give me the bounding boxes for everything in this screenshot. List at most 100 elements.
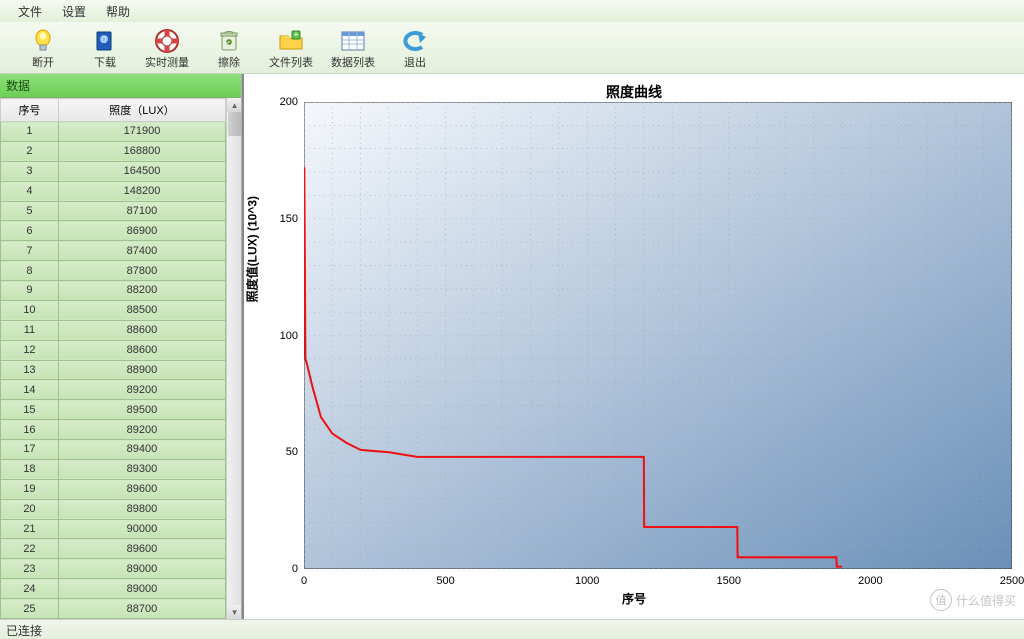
table-row[interactable]: 988200	[1, 281, 226, 301]
table-row[interactable]: 1689200	[1, 420, 226, 440]
cell-value: 89400	[58, 440, 225, 460]
table-row[interactable]: 3164500	[1, 161, 226, 181]
data-panel-header: 数据	[0, 74, 241, 98]
menu-settings[interactable]: 设置	[52, 0, 96, 23]
cell-value: 89800	[58, 499, 225, 519]
table-row[interactable]: 1489200	[1, 380, 226, 400]
table-row[interactable]: 1889300	[1, 459, 226, 479]
realtime-button[interactable]: 实时测量	[136, 24, 198, 72]
disconnect-label: 断开	[32, 57, 54, 69]
scrollbar-thumb[interactable]	[228, 112, 241, 136]
cell-index: 3	[1, 161, 59, 181]
cell-index: 16	[1, 420, 59, 440]
cell-index: 8	[1, 261, 59, 281]
table-row[interactable]: 2168800	[1, 141, 226, 161]
cell-value: 89600	[58, 479, 225, 499]
x-axis-label: 序号	[244, 590, 1024, 607]
vertical-scrollbar[interactable]: ▲ ▼	[226, 98, 241, 619]
y-tick: 100	[280, 330, 298, 342]
x-tick: 2000	[858, 575, 882, 587]
cell-index: 25	[1, 599, 59, 619]
cell-index: 6	[1, 221, 59, 241]
table-row[interactable]: 1171900	[1, 122, 226, 142]
cell-value: 88900	[58, 360, 225, 380]
download-label: 下载	[94, 57, 116, 69]
datalist-button[interactable]: 数据列表	[322, 24, 384, 72]
table-row[interactable]: 2089800	[1, 499, 226, 519]
cell-value: 88700	[58, 599, 225, 619]
folder-icon: +	[277, 27, 305, 55]
table-row[interactable]: 1388900	[1, 360, 226, 380]
cell-index: 5	[1, 201, 59, 221]
x-tick: 2500	[1000, 575, 1024, 587]
toolbar: 断开 @ 下载 实时测量 擦除 + 文件列表 数据列表 退出	[0, 22, 1024, 74]
cell-index: 24	[1, 579, 59, 599]
cell-index: 4	[1, 181, 59, 201]
scroll-down-arrow-icon[interactable]: ▼	[227, 605, 241, 619]
data-table: 序号 照度（LUX） 11719002168800316450041482005…	[0, 98, 226, 619]
table-row[interactable]: 2489000	[1, 579, 226, 599]
workspace: 数据 序号 照度（LUX） 11719002168800316450041482…	[0, 74, 1024, 619]
cell-value: 89000	[58, 579, 225, 599]
col-value-header[interactable]: 照度（LUX）	[58, 99, 225, 122]
cell-index: 17	[1, 440, 59, 460]
download-icon: @	[91, 27, 119, 55]
table-row[interactable]: 1789400	[1, 440, 226, 460]
datalist-label: 数据列表	[331, 57, 375, 69]
menu-file[interactable]: 文件	[8, 0, 52, 23]
cell-index: 7	[1, 241, 59, 261]
exit-label: 退出	[404, 57, 426, 69]
table-row[interactable]: 2289600	[1, 539, 226, 559]
table-row[interactable]: 1989600	[1, 479, 226, 499]
cell-index: 14	[1, 380, 59, 400]
col-index-header[interactable]: 序号	[1, 99, 59, 122]
cell-value: 88500	[58, 300, 225, 320]
cell-value: 164500	[58, 161, 225, 181]
table-row[interactable]: 4148200	[1, 181, 226, 201]
realtime-label: 实时测量	[145, 57, 189, 69]
filelist-button[interactable]: + 文件列表	[260, 24, 322, 72]
status-bar: 已连接	[0, 619, 1024, 639]
status-text: 已连接	[6, 624, 42, 638]
svg-text:@: @	[100, 35, 108, 44]
cell-index: 23	[1, 559, 59, 579]
cell-index: 9	[1, 281, 59, 301]
exit-arrow-icon	[401, 27, 429, 55]
table-row[interactable]: 587100	[1, 201, 226, 221]
table-row[interactable]: 787400	[1, 241, 226, 261]
cell-value: 148200	[58, 181, 225, 201]
table-row[interactable]: 1188600	[1, 320, 226, 340]
cell-value: 171900	[58, 122, 225, 142]
cell-value: 87100	[58, 201, 225, 221]
cell-value: 87800	[58, 261, 225, 281]
cell-value: 89500	[58, 400, 225, 420]
x-tick: 0	[301, 575, 307, 587]
table-row[interactable]: 887800	[1, 261, 226, 281]
table-row[interactable]: 686900	[1, 221, 226, 241]
cell-value: 89200	[58, 420, 225, 440]
cell-value: 86900	[58, 221, 225, 241]
cell-value: 168800	[58, 141, 225, 161]
exit-button[interactable]: 退出	[384, 24, 446, 72]
cell-index: 12	[1, 340, 59, 360]
table-row[interactable]: 1589500	[1, 400, 226, 420]
x-tick: 1500	[717, 575, 741, 587]
download-button[interactable]: @ 下载	[74, 24, 136, 72]
cell-index: 15	[1, 400, 59, 420]
cell-index: 13	[1, 360, 59, 380]
y-tick: 0	[292, 563, 298, 575]
table-row[interactable]: 2389000	[1, 559, 226, 579]
y-tick: 50	[286, 446, 298, 458]
cell-value: 89200	[58, 380, 225, 400]
cell-value: 88600	[58, 320, 225, 340]
erase-button[interactable]: 擦除	[198, 24, 260, 72]
table-scroll-area: 序号 照度（LUX） 11719002168800316450041482005…	[0, 98, 241, 619]
table-row[interactable]: 1288600	[1, 340, 226, 360]
cell-index: 21	[1, 519, 59, 539]
table-row[interactable]: 2190000	[1, 519, 226, 539]
table-row[interactable]: 2588700	[1, 599, 226, 619]
disconnect-button[interactable]: 断开	[12, 24, 74, 72]
scroll-up-arrow-icon[interactable]: ▲	[227, 98, 241, 112]
menu-help[interactable]: 帮助	[96, 0, 140, 23]
table-row[interactable]: 1088500	[1, 300, 226, 320]
